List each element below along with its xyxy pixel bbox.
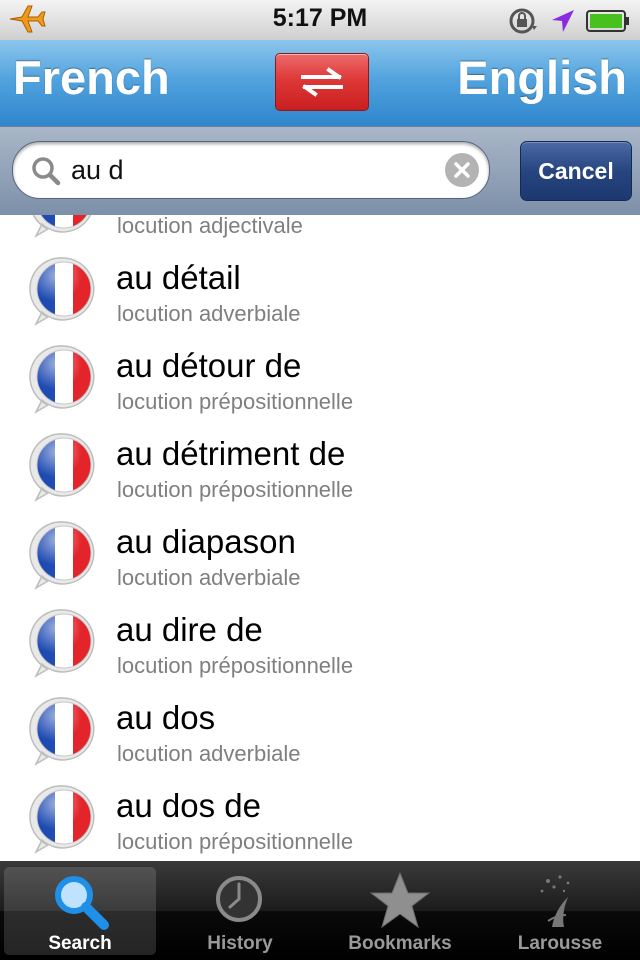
list-item[interactable]: locution adjectivale (0, 215, 640, 246)
part-of-speech: locution prépositionnelle (117, 653, 354, 678)
headword: au dos de (116, 787, 261, 824)
list-item[interactable]: au détail locution adverbiale (0, 245, 640, 334)
search-field[interactable] (12, 141, 490, 199)
headword: au détour de (116, 347, 302, 384)
cancel-button[interactable]: Cancel (520, 141, 632, 201)
headword: au dos (116, 699, 216, 736)
part-of-speech: locution adverbiale (117, 565, 301, 590)
source-language-label[interactable]: French (13, 50, 170, 105)
list-item[interactable]: au dire de locution prépositionnelle (0, 597, 640, 686)
tab-label: Larousse (517, 933, 603, 954)
headword: au détriment de (116, 435, 346, 472)
search-icon (31, 156, 61, 191)
tab-larousse[interactable]: Larousse (484, 867, 636, 955)
list-item[interactable]: au diapason locution adverbiale (0, 509, 640, 598)
french-flag-icon (28, 519, 100, 591)
french-flag-icon (28, 343, 100, 415)
tab-label: Bookmarks (348, 933, 452, 954)
status-bar: 5:17 PM (0, 0, 640, 41)
part-of-speech: locution adjectivale (117, 215, 303, 238)
list-item[interactable]: au dos de locution prépositionnelle (0, 773, 640, 861)
tab-search[interactable]: Search (4, 867, 156, 955)
french-flag-icon (28, 431, 100, 503)
part-of-speech: locution prépositionnelle (117, 477, 354, 502)
part-of-speech: locution prépositionnelle (117, 389, 354, 414)
headword: au diapason (116, 523, 296, 560)
list-item[interactable]: au dos locution adverbiale (0, 685, 640, 774)
results-list: locution adjectivale au détail locution … (0, 215, 640, 861)
location-arrow-icon (550, 8, 576, 39)
search-input[interactable] (71, 152, 441, 188)
part-of-speech: locution adverbiale (117, 741, 301, 766)
list-item[interactable]: au détour de locution prépositionnelle (0, 333, 640, 422)
clear-search-button[interactable] (445, 153, 479, 187)
french-flag-icon (28, 215, 100, 239)
part-of-speech: locution adverbiale (117, 301, 301, 326)
search-bar: Cancel (0, 126, 640, 216)
headword: au dire de (116, 611, 263, 648)
french-flag-icon (28, 783, 100, 855)
target-language-label[interactable]: English (457, 50, 627, 105)
french-flag-icon (28, 695, 100, 767)
tab-bookmarks[interactable]: Bookmarks (324, 867, 476, 955)
part-of-speech: locution prépositionnelle (117, 829, 354, 854)
french-flag-icon (28, 607, 100, 679)
tab-history[interactable]: History (164, 867, 316, 955)
language-header: French English (0, 40, 640, 126)
rotation-lock-icon (506, 6, 540, 41)
battery-icon (586, 9, 630, 38)
tab-label: Search (48, 933, 112, 954)
headword: au détail (116, 259, 241, 296)
clear-icon (445, 162, 479, 191)
list-item[interactable]: au détriment de locution prépositionnell… (0, 421, 640, 510)
swap-languages-button[interactable] (275, 53, 369, 111)
tab-bar: Search History Bookmarks Larousse (0, 861, 640, 960)
french-flag-icon (28, 255, 100, 327)
tab-label: History (207, 933, 273, 954)
